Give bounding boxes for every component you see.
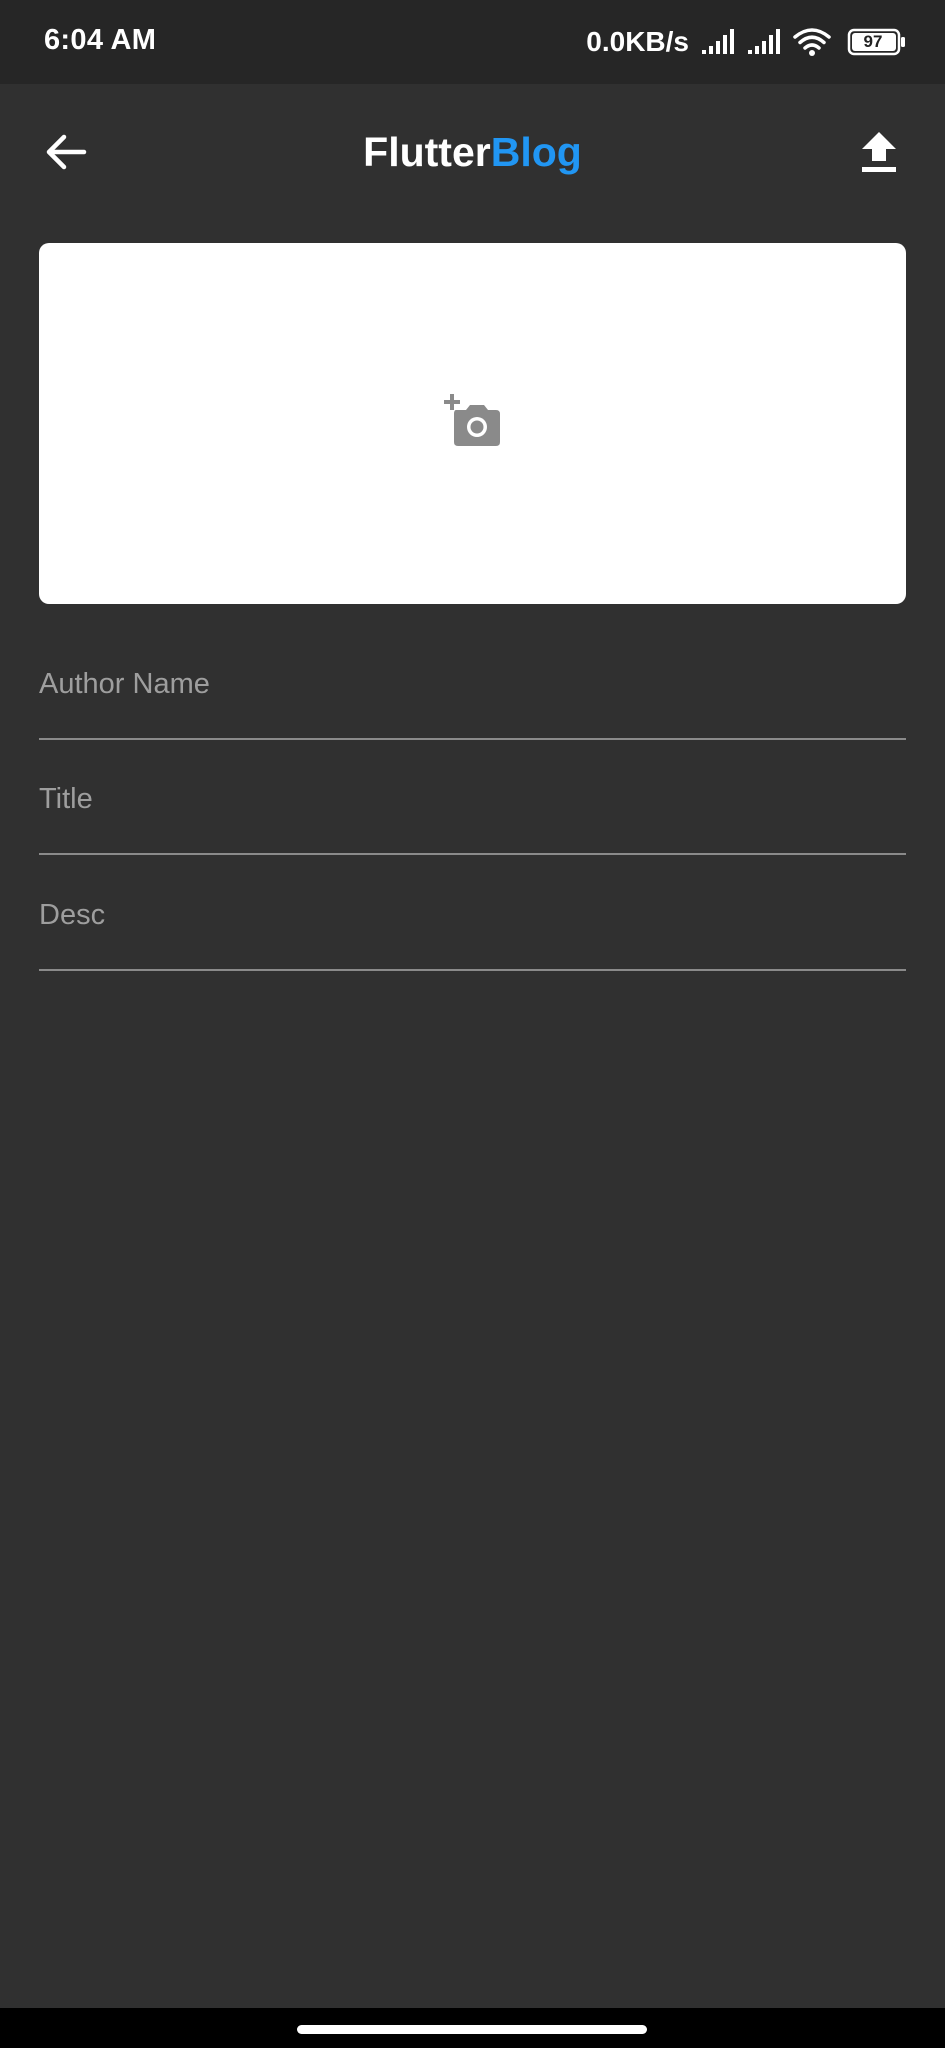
upload-icon: [860, 130, 898, 179]
home-indicator[interactable]: [297, 2025, 647, 2034]
wifi-icon: [793, 27, 831, 57]
author-name-input[interactable]: [39, 664, 906, 704]
status-time: 6:04 AM: [44, 24, 157, 56]
title-field: [39, 753, 906, 855]
battery-icon: 97: [847, 28, 907, 56]
navigation-bar: [0, 2008, 945, 2048]
battery-level: 97: [863, 32, 883, 51]
signal-icon: [701, 28, 737, 56]
title-input[interactable]: [39, 779, 906, 819]
status-bar: 6:04 AM 0.0KB/s 97: [0, 0, 945, 84]
upload-button[interactable]: [847, 122, 911, 186]
title-blog: Blog: [490, 129, 582, 175]
signal-icon: [747, 28, 783, 56]
desc-input[interactable]: [39, 895, 906, 935]
add-a-photo-icon: [443, 394, 502, 453]
blog-upload-screen: 6:04 AM 0.0KB/s 97 FlutterBlog Author Na…: [0, 0, 945, 2048]
title-flutter: Flutter: [363, 129, 491, 175]
author-name-field: [39, 638, 906, 740]
app-bar: FlutterBlog: [0, 84, 945, 220]
desc-field: [39, 869, 906, 971]
network-speed: 0.0KB/s: [586, 26, 689, 57]
page-title: FlutterBlog: [0, 124, 945, 180]
status-indicators: 0.0KB/s 97: [586, 22, 907, 62]
image-picker[interactable]: [39, 243, 906, 604]
